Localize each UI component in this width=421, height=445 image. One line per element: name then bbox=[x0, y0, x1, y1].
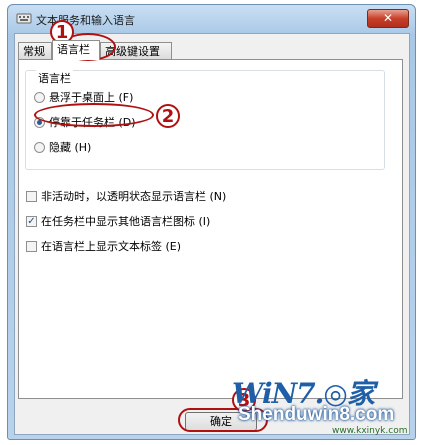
close-button[interactable]: ✕ bbox=[367, 9, 409, 28]
checkbox-transparent-when-inactive[interactable]: 非活动时，以透明状态显示语言栏 (N) bbox=[26, 188, 226, 204]
tab-general[interactable]: 常规 bbox=[18, 42, 52, 59]
checkbox-label: 在任务栏中显示其他语言栏图标 (I) bbox=[41, 215, 211, 228]
checkbox-show-additional-icons[interactable]: ✓ 在任务栏中显示其他语言栏图标 (I) bbox=[26, 213, 210, 229]
radio-button[interactable] bbox=[34, 141, 45, 153]
watermark: WiN7.◎家 Shenduwin8.com www.kxinyk.com bbox=[232, 372, 418, 442]
watermark-url: www.kxinyk.com bbox=[332, 426, 408, 436]
checkbox-label: 非活动时，以透明状态显示语言栏 (N) bbox=[41, 190, 227, 203]
step-2-badge: 2 bbox=[156, 104, 180, 128]
radio-label: 隐藏 (H) bbox=[49, 141, 92, 154]
annotation-ellipse-dock bbox=[34, 103, 154, 127]
checkbox-show-text-labels[interactable]: 在语言栏上显示文本标签 (E) bbox=[26, 238, 181, 254]
watermark-site: Shenduwin8.com bbox=[238, 404, 395, 425]
radio-hidden[interactable]: 隐藏 (H) bbox=[34, 139, 91, 155]
radio-button[interactable] bbox=[34, 91, 45, 103]
checkbox-label: 在语言栏上显示文本标签 (E) bbox=[41, 240, 182, 253]
checkbox[interactable] bbox=[26, 240, 37, 252]
checkbox[interactable]: ✓ bbox=[26, 215, 37, 227]
checkbox[interactable] bbox=[26, 190, 37, 202]
keyboard-icon bbox=[16, 13, 32, 24]
tab-language-bar[interactable]: 语言栏 bbox=[52, 40, 100, 60]
group-label: 语言栏 bbox=[36, 70, 73, 86]
